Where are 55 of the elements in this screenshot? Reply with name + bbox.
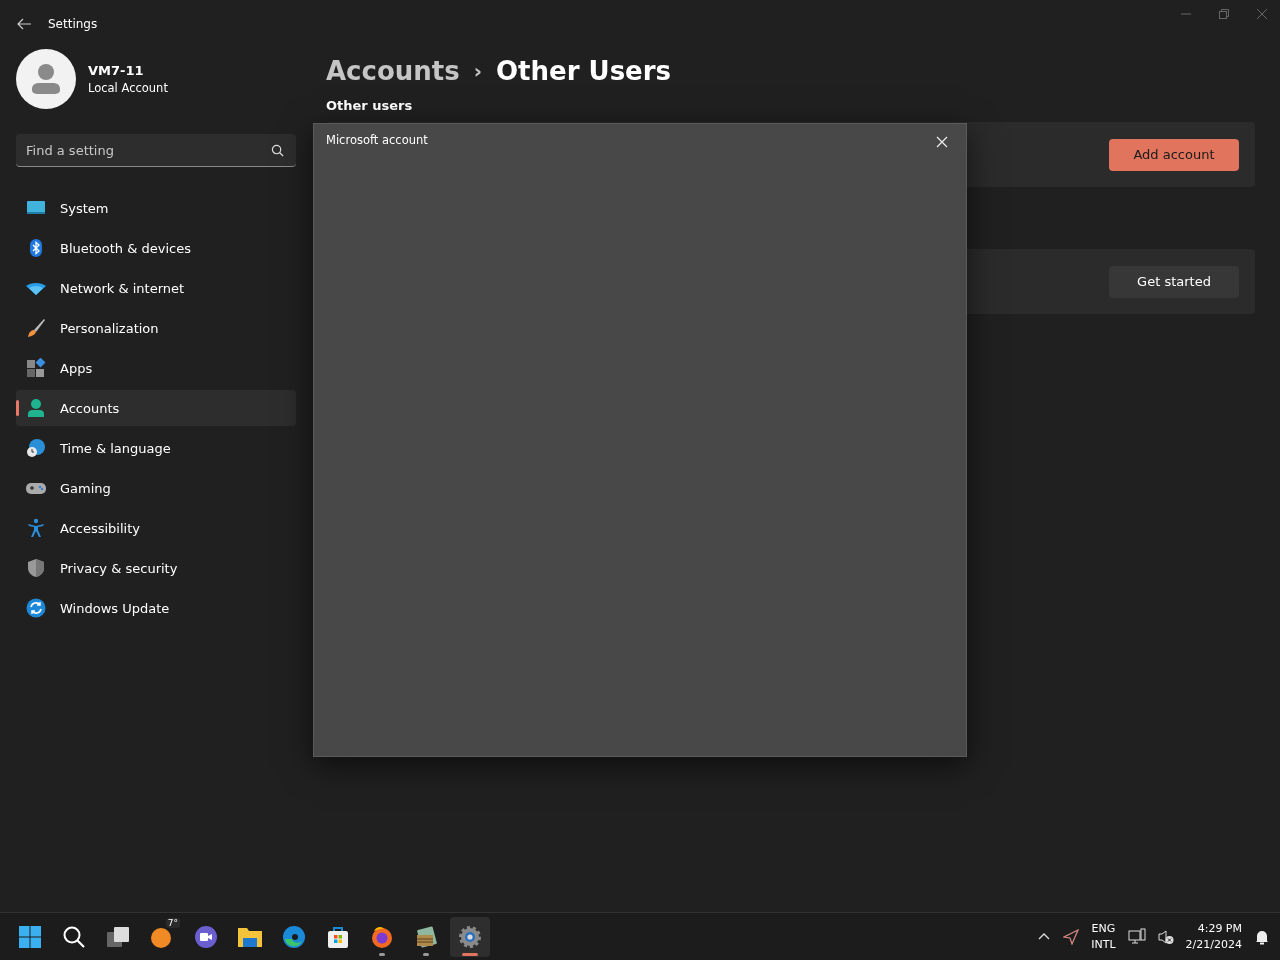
network-monitor-icon	[1127, 927, 1146, 946]
user-name: VM7-11	[88, 63, 145, 78]
back-arrow-icon	[16, 16, 32, 32]
archive-icon	[414, 924, 438, 949]
selection-indicator	[16, 400, 19, 416]
sidebar-item[interactable]: System	[16, 190, 296, 226]
avatar	[16, 49, 76, 109]
video-chat-icon	[194, 924, 218, 949]
shield-icon	[26, 558, 46, 578]
running-indicator	[423, 952, 429, 956]
temperature-badge: 7°	[165, 917, 180, 928]
sidebar-item[interactable]: Accounts	[16, 390, 296, 426]
apps-icon	[26, 358, 46, 378]
accessibility-icon	[26, 518, 46, 538]
secondary-button[interactable]: Get started	[1109, 265, 1239, 298]
refresh-icon	[26, 598, 46, 618]
window-title: Settings	[48, 17, 98, 31]
sidebar-item[interactable]: Time & language	[16, 430, 296, 466]
taskbar-button[interactable]: 7°	[142, 916, 182, 957]
sidebar-item[interactable]: Privacy & security	[16, 550, 296, 586]
edge-browser-icon	[282, 924, 306, 949]
task-view-icon	[106, 924, 130, 949]
dialog-title: Microsoft account	[326, 133, 428, 147]
globe-clock-icon	[26, 438, 46, 458]
sidebar-item[interactable]: Gaming	[16, 470, 296, 506]
close-icon	[1256, 8, 1268, 20]
breadcrumb-separator: ›	[473, 59, 482, 83]
primary-button[interactable]: Add account	[1109, 138, 1239, 171]
page-title: Other Users	[496, 56, 672, 86]
sidebar-item[interactable]: Accessibility	[16, 510, 296, 546]
search-icon	[271, 144, 284, 157]
person-icon	[26, 398, 46, 418]
restore-icon	[1218, 8, 1230, 20]
bell-icon	[1254, 928, 1270, 945]
windows-logo-icon	[18, 924, 42, 949]
sidebar-item[interactable]: Apps	[16, 350, 296, 386]
section-title: Other users	[326, 98, 414, 113]
clock[interactable]: 4:29 PM 2/21/2024	[1185, 920, 1242, 953]
sidebar-item[interactable]: Network & internet	[16, 270, 296, 306]
breadcrumb-link[interactable]: Accounts	[326, 56, 460, 86]
sidebar-item[interactable]: Windows Update	[16, 590, 296, 626]
gear-icon	[458, 924, 482, 949]
input-language[interactable]: ENG INTL	[1091, 920, 1116, 953]
running-indicator	[462, 952, 478, 956]
store-bag-icon	[326, 924, 350, 949]
brush-icon	[26, 318, 46, 338]
account-type: Local Account	[88, 81, 168, 95]
search-icon	[62, 924, 86, 949]
running-indicator	[379, 952, 385, 956]
speaker-muted-icon	[1157, 928, 1174, 945]
sidebar-item[interactable]: Bluetooth & devices	[16, 230, 296, 266]
fox-globe-icon	[370, 924, 394, 949]
sidebar-item[interactable]: Personalization	[16, 310, 296, 346]
location-arrow-icon	[1063, 928, 1080, 945]
search-field[interactable]: Find a setting	[16, 134, 296, 167]
